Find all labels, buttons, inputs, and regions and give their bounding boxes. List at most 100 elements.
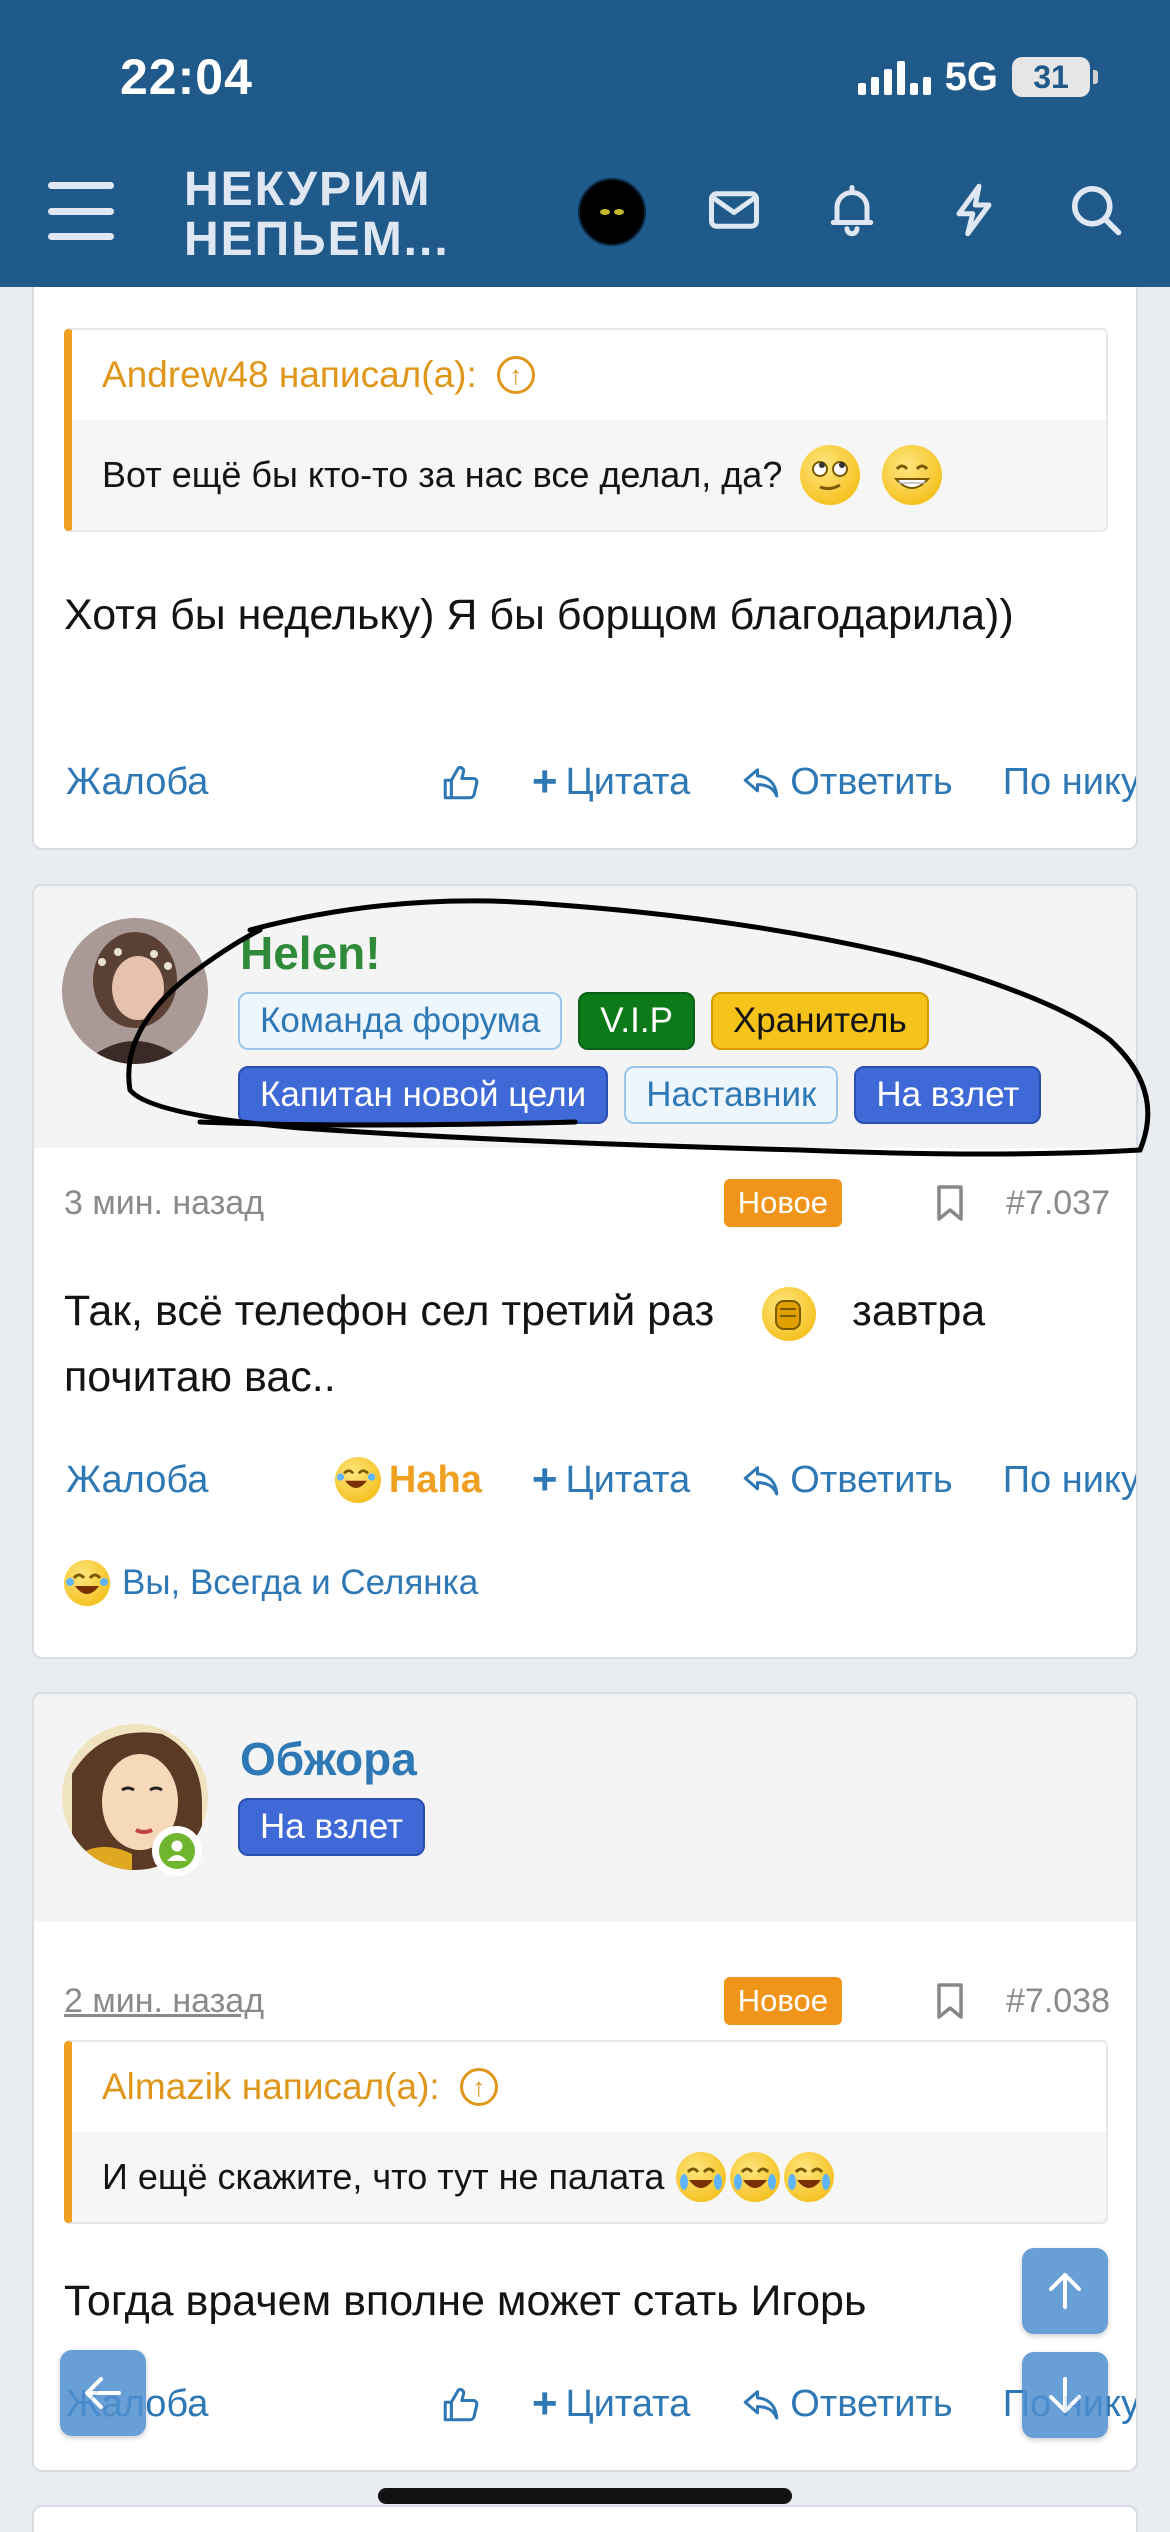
reply-label: Ответить (790, 1458, 953, 1501)
quote-text: И ещё скажите, что тут не палата (102, 2156, 665, 2197)
user-info: Обжора На взлет (34, 1694, 1136, 1922)
reaction-button[interactable]: Haha (334, 1457, 482, 1503)
online-status-icon (152, 1826, 202, 1876)
quote-block: Andrew48 написал(а): ↑ Вот ещё бы кто-то… (64, 328, 1108, 532)
reply-label: Ответить (790, 2382, 953, 2425)
envelope-icon[interactable] (704, 180, 764, 240)
by-nick-link[interactable]: По нику (1003, 1459, 1136, 1502)
home-indicator[interactable] (378, 2488, 792, 2504)
quote-text: Вот ещё бы кто-то за нас все делал, да? (102, 454, 783, 495)
quote-header[interactable]: Andrew48 написал(а): ↑ (72, 330, 1106, 420)
laughing-emoji-icon (334, 1457, 381, 1503)
quote-button[interactable]: + Цитата (532, 757, 690, 807)
badge-keeper: Хранитель (710, 992, 929, 1050)
bookmark-icon[interactable] (932, 1981, 968, 2021)
new-badge: Новое (723, 1977, 842, 2025)
logo-line-1: НЕКУРИМ (184, 163, 432, 216)
arrow-up-circle-icon[interactable]: ↑ (459, 2068, 498, 2106)
search-icon[interactable] (1066, 180, 1126, 240)
post-meta: 2 мин. назад Новое #7.038 (64, 1976, 1110, 2026)
avatar[interactable] (62, 918, 208, 1064)
reaction-summary[interactable]: Вы, Всегда и Селянка (64, 1560, 478, 1606)
quote-author: Andrew48 написал(а): (102, 354, 477, 395)
username[interactable]: Helen! (240, 926, 381, 980)
rolling-eyes-emoji-icon (800, 445, 861, 505)
reply-button[interactable]: Ответить (740, 1458, 953, 1502)
post-card: Обжора На взлет 2 мин. назад Новое #7.03… (32, 1692, 1138, 2472)
report-link[interactable]: Жалоба (66, 761, 208, 804)
facepalm-emoji-icon (762, 1286, 817, 1341)
network-type: 5G (944, 54, 998, 99)
arrow-left-icon (85, 2377, 121, 2409)
post-card-partial (32, 2505, 1138, 2532)
badge-forum-team: Команда форума (238, 992, 563, 1050)
user-badges: На взлет (238, 1798, 1118, 1856)
back-button[interactable] (60, 2350, 146, 2436)
post-time[interactable]: 2 мин. назад (64, 1982, 264, 2021)
quote-button[interactable]: + Цитата (532, 1455, 690, 1505)
lightning-icon[interactable] (944, 180, 1004, 240)
reactors-list: Вы, Всегда и Селянка (122, 1563, 479, 1602)
post-actions: Жалоба +Цитата Ответить По нику (66, 2374, 1136, 2434)
by-nick-link[interactable]: По нику (1003, 761, 1136, 804)
status-time: 22:04 (120, 49, 253, 105)
reply-button[interactable]: Ответить (740, 2382, 953, 2426)
post-text: Хотя бы недельку) Я бы борщом благодарил… (64, 591, 1014, 639)
quote-label: Цитата (565, 1458, 691, 1501)
logo-line-2: НЕПЬЕМ... (184, 213, 450, 266)
quote-header[interactable]: Almazik написал(а): ↑ (72, 2042, 1106, 2132)
site-logo[interactable]: НЕКУРИМ НЕПЬЕМ... (184, 165, 450, 265)
bell-icon[interactable] (822, 180, 882, 240)
post-text: Тогда врачем вполне может стать Игорь (64, 2277, 867, 2325)
plus-icon: + (531, 2379, 558, 2428)
badge-takeoff: На взлет (854, 1066, 1042, 1124)
quote-block: Almazik написал(а): ↑ И ещё скажите, что… (64, 2040, 1108, 2224)
reaction-label: Haha (388, 1458, 482, 1501)
post-card: Helen! Команда форума V.I.P Хранитель Ка… (32, 884, 1138, 1659)
post-number[interactable]: #7.037 (1006, 1184, 1110, 1223)
reply-arrow-icon (744, 768, 779, 798)
thumbs-up-icon[interactable] (440, 761, 482, 803)
quote-button[interactable]: + Цитата (532, 2379, 690, 2429)
user-avatar-button[interactable] (578, 178, 646, 246)
quote-body: Вот ещё бы кто-то за нас все делал, да? (72, 420, 1106, 530)
scroll-up-button[interactable] (1022, 2248, 1108, 2334)
tears-of-joy-emoji-icon (730, 2152, 781, 2202)
tears-of-joy-emoji-icon (784, 2152, 835, 2202)
tears-of-joy-emoji-icon (676, 2152, 727, 2202)
username[interactable]: Обжора (240, 1732, 417, 1786)
post-actions: Жалоба +Цитата Ответить По нику (66, 752, 1136, 812)
user-info: Helen! Команда форума V.I.P Хранитель Ка… (34, 886, 1136, 1148)
report-link[interactable]: Жалоба (66, 1459, 208, 1502)
reply-label: Ответить (790, 760, 953, 803)
arrow-up-icon (1049, 2273, 1081, 2309)
badge-mentor: Наставник (624, 1066, 839, 1124)
post-number[interactable]: #7.038 (1006, 1982, 1110, 2021)
thumbs-up-icon[interactable] (440, 2383, 482, 2425)
post-meta: 3 мин. назад Новое #7.037 (64, 1178, 1110, 1228)
user-badges: Команда форума V.I.P Хранитель Капитан н… (238, 992, 1118, 1124)
reply-arrow-icon (744, 2390, 779, 2420)
arrow-down-icon (1049, 2377, 1081, 2413)
post-text-part-1: Так, всё телефон сел третий раз (64, 1287, 715, 1335)
post-text: Так, всё телефон сел третий раз завтра п… (64, 1278, 1104, 1410)
signal-icon (857, 59, 931, 95)
plus-icon: + (531, 757, 558, 806)
quote-author: Almazik написал(а): (102, 2066, 440, 2107)
quote-body: И ещё скажите, что тут не палата (72, 2132, 1106, 2222)
post-time[interactable]: 3 мин. назад (64, 1184, 264, 1223)
arrow-up-circle-icon[interactable]: ↑ (496, 356, 535, 394)
reply-button[interactable]: Ответить (740, 760, 953, 804)
app-header: 22:04 5G 31 НЕКУРИМ НЕПЬЕМ... (0, 0, 1170, 287)
hamburger-icon[interactable] (48, 182, 114, 240)
reply-arrow-icon (744, 1466, 779, 1496)
plus-icon: + (531, 1455, 558, 1504)
new-badge: Новое (723, 1179, 842, 1227)
quote-label: Цитата (565, 760, 691, 803)
post-card: Andrew48 написал(а): ↑ Вот ещё бы кто-то… (32, 250, 1138, 850)
badge-captain: Капитан новой цели (238, 1066, 609, 1124)
status-indicators: 5G 31 (857, 52, 1098, 102)
bookmark-icon[interactable] (932, 1183, 968, 1223)
battery-icon: 31 (1012, 57, 1098, 97)
scroll-down-button[interactable] (1022, 2352, 1108, 2438)
